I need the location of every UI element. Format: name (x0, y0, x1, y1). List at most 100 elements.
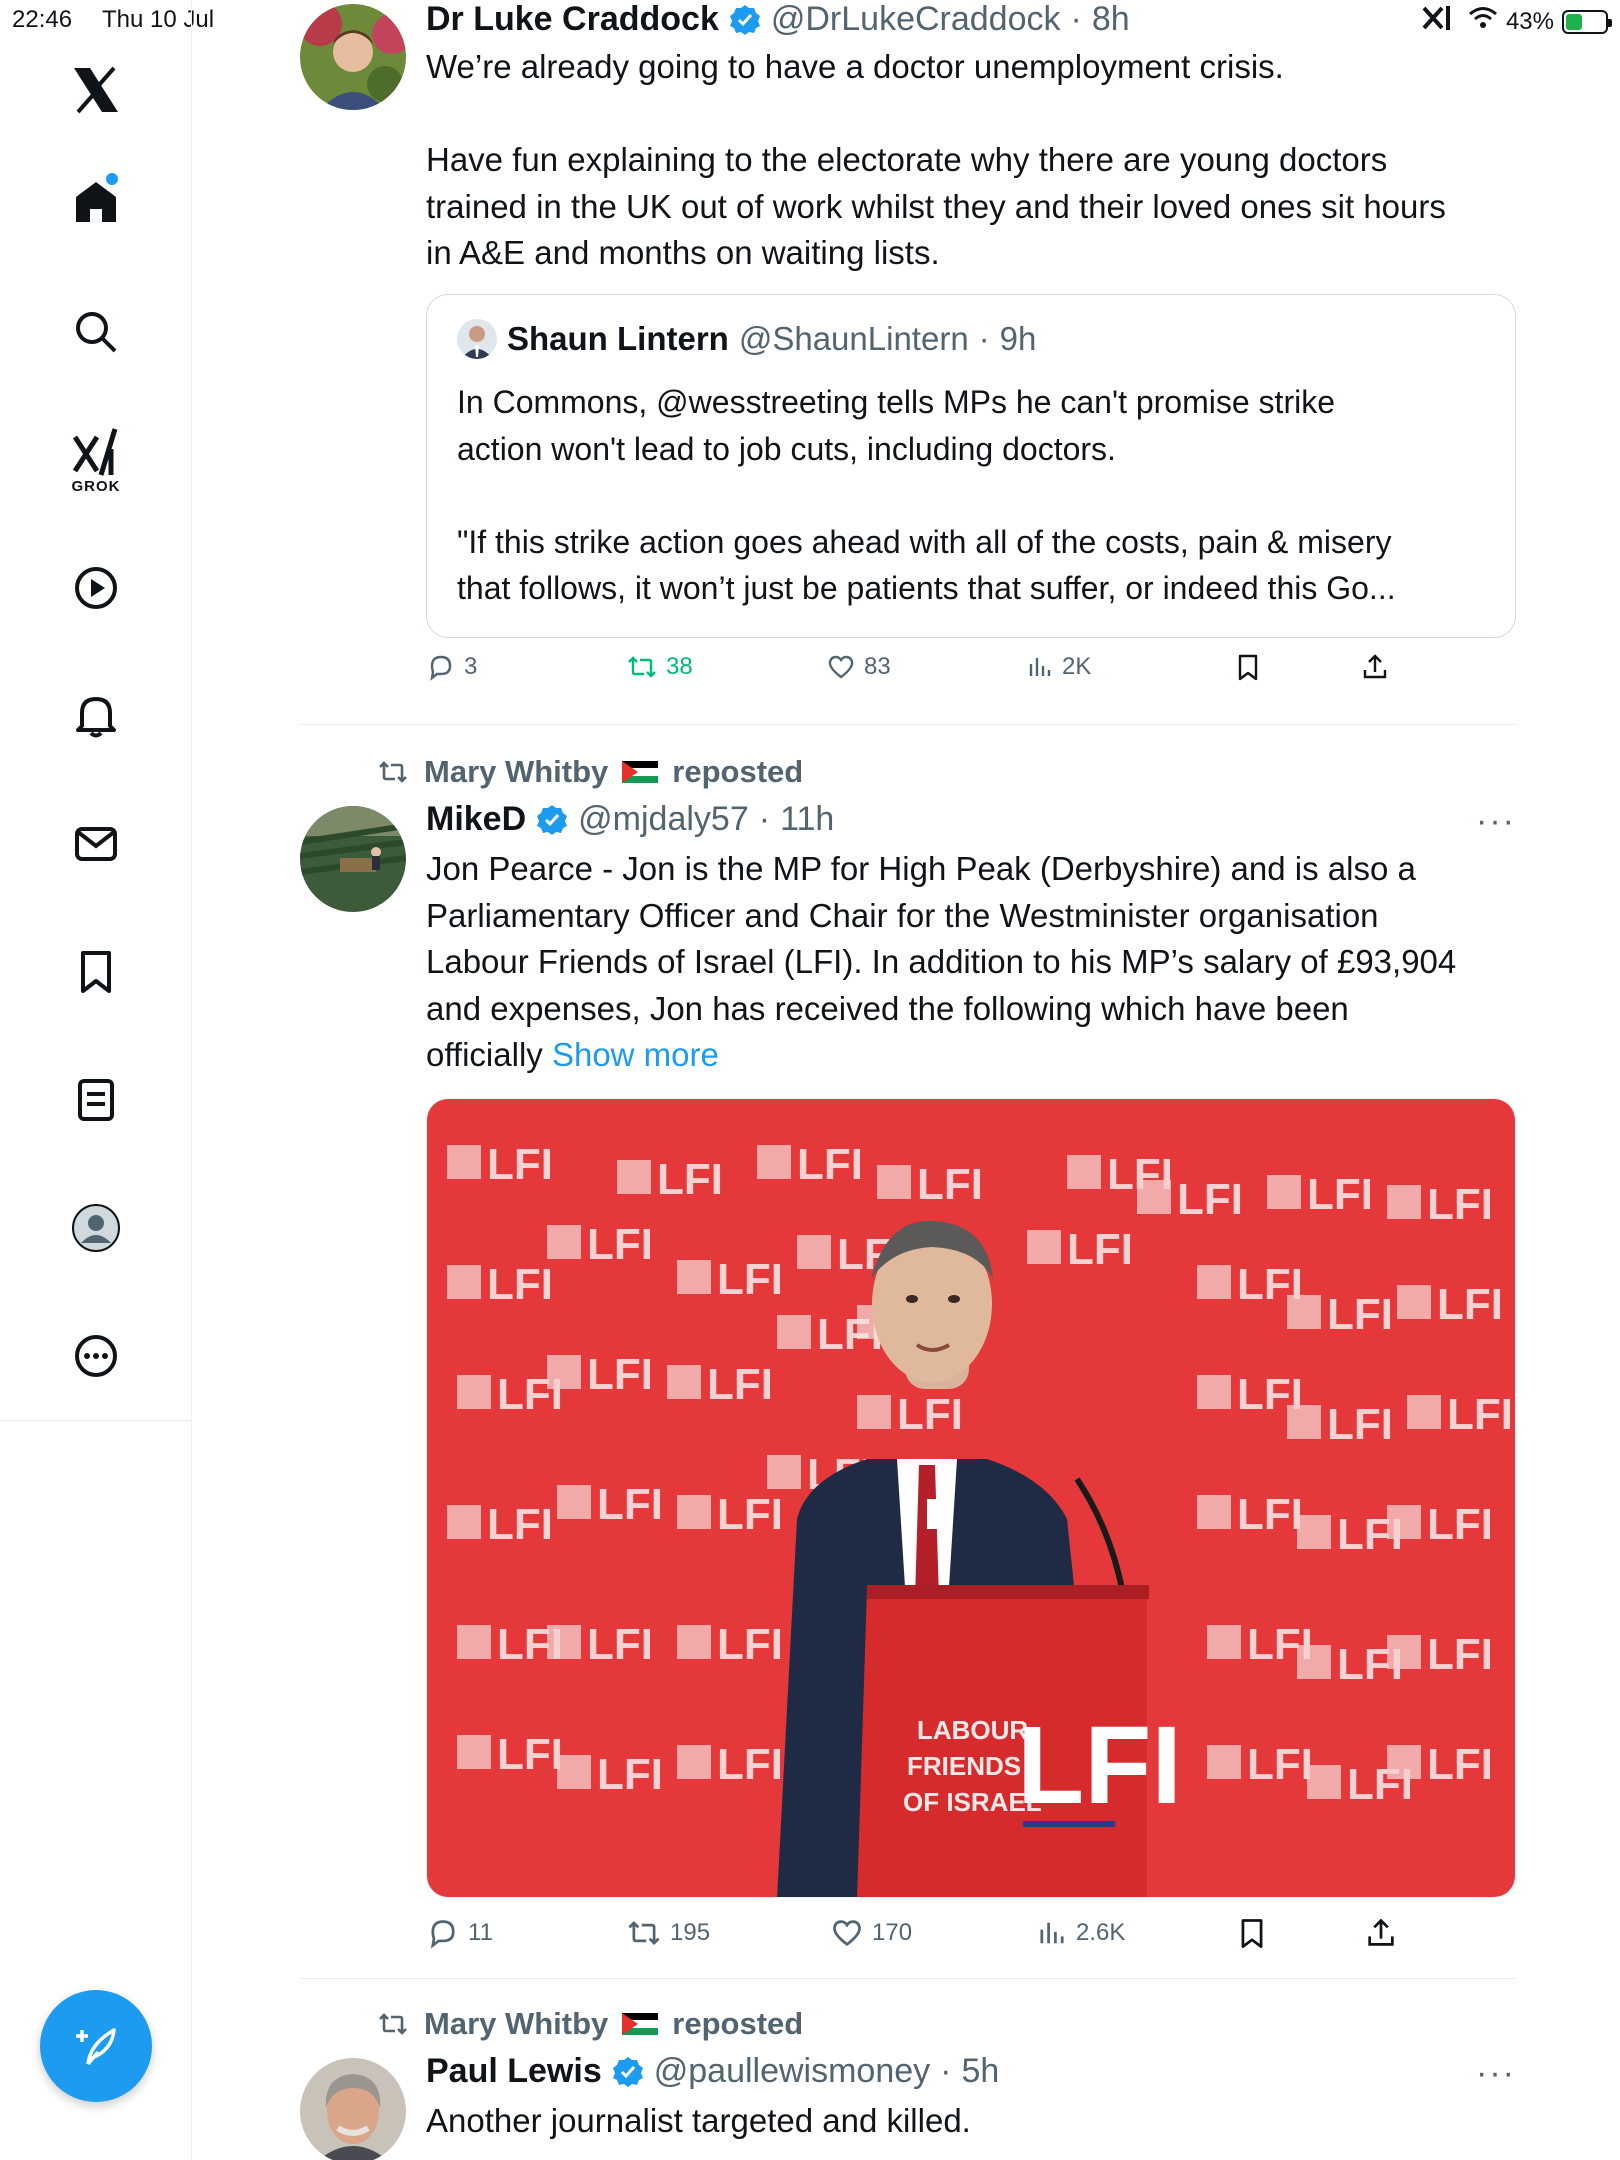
post-time[interactable]: 11h (780, 800, 834, 839)
post-more-icon[interactable]: ··· (1476, 802, 1516, 841)
backdrop-logo-block (1407, 1395, 1441, 1429)
text-line: that follows, it won’t just be patients … (457, 570, 1396, 606)
grok-icon[interactable] (66, 422, 126, 482)
backdrop-logo-text: LFI (717, 1620, 783, 1669)
reply-button[interactable]: 3 (426, 652, 477, 682)
backdrop-logo-block (1287, 1295, 1321, 1329)
backdrop-logo-block (617, 1160, 651, 1194)
reposted-label: reposted (672, 2006, 804, 2041)
post-image[interactable]: LFI LFI LFI LFI LFI LFI LFI LFI LFI LFI LFI LFI LFI L… (426, 1098, 1516, 1898)
author-handle[interactable]: @mjdaly57 (578, 800, 749, 839)
backdrop-logo-block (797, 1235, 831, 1269)
backdrop-logo-block (1207, 1745, 1241, 1779)
backdrop-logo-text: LFI (1327, 1290, 1393, 1339)
views-button[interactable]: 2.6K (1036, 1916, 1125, 1950)
compose-button[interactable] (40, 1990, 152, 2102)
repost-context[interactable]: Mary Whitby reposted (376, 2006, 803, 2042)
bookmarks-icon[interactable] (66, 942, 126, 1002)
backdrop-logo-block (1397, 1285, 1431, 1319)
backdrop-logo-text: LFI (587, 1220, 653, 1269)
avatar[interactable] (300, 806, 406, 912)
author-name[interactable]: Dr Luke Craddock (426, 0, 719, 39)
dot-separator: · (1070, 0, 1082, 38)
repost-context[interactable]: Mary Whitby reposted (376, 754, 803, 790)
post-divider (300, 1978, 1516, 1979)
backdrop-logo-block (447, 1505, 481, 1539)
messages-icon[interactable] (66, 814, 126, 874)
lists-icon[interactable] (66, 1070, 126, 1130)
backdrop-logo-text: LFI (487, 1500, 553, 1549)
post-text: Jon Pearce - Jon is the MP for High Peak… (426, 846, 1516, 1079)
verified-badge-icon (612, 2056, 644, 2088)
repost-icon (379, 2013, 407, 2035)
reposted-label: reposted (672, 754, 804, 789)
backdrop-logo-block (667, 1365, 701, 1399)
share-icon (1363, 654, 1387, 679)
repost-count: 195 (670, 1919, 711, 1946)
like-button[interactable]: 170 (830, 1916, 912, 1950)
backdrop-logo-block (1297, 1515, 1331, 1549)
post-more-icon[interactable]: ··· (1476, 2054, 1516, 2093)
avatar[interactable] (300, 4, 406, 110)
like-count: 170 (872, 1919, 913, 1946)
repost-button[interactable]: 195 (626, 1916, 710, 1950)
grok-label: GROK (71, 478, 121, 495)
backdrop-logo-block (1387, 1505, 1421, 1539)
share-button[interactable] (1364, 1916, 1398, 1950)
post-actions: 11 195 170 2.6K (426, 1916, 1426, 1960)
backdrop-logo-block (1197, 1265, 1231, 1299)
podium-small-text: FRIENDS (907, 1751, 1021, 1781)
backdrop-logo-block (1287, 1405, 1321, 1439)
quote-avatar (457, 319, 497, 359)
avatar[interactable] (300, 2058, 406, 2160)
backdrop-logo-text: LFI (897, 1390, 963, 1439)
author-name[interactable]: MikeD (426, 800, 526, 839)
backdrop-logo-text: LFI (1427, 1180, 1493, 1229)
notifications-icon[interactable] (66, 686, 126, 746)
backdrop-logo-block (547, 1225, 581, 1259)
backdrop-logo-block (1207, 1625, 1241, 1659)
backdrop-logo-text: LFI (1307, 1170, 1373, 1219)
repost-button[interactable]: 38 (626, 652, 693, 682)
bookmark-button[interactable] (1236, 1916, 1268, 1950)
search-icon[interactable] (66, 302, 126, 362)
heart-icon (828, 655, 854, 679)
text-line-last: officially Show more (426, 1032, 1516, 1079)
repost-icon (379, 761, 407, 783)
bookmark-icon (1241, 1919, 1263, 1948)
backdrop-logo-text: LFI (1427, 1630, 1493, 1679)
views-icon (1040, 1922, 1064, 1944)
backdrop-logo-text: LFI (587, 1350, 653, 1399)
backdrop-logo-block (457, 1375, 491, 1409)
palestine-flag-icon (622, 2013, 659, 2035)
backdrop-logo-block (677, 1260, 711, 1294)
author-handle[interactable]: @paullewismoney (654, 2052, 930, 2091)
more-icon[interactable] (66, 1326, 126, 1386)
author-name[interactable]: Paul Lewis (426, 2052, 602, 2091)
text-line-blank (457, 472, 1487, 519)
x-logo-icon[interactable] (66, 60, 126, 120)
quoted-post[interactable]: Shaun Lintern @ShaunLintern · 9h In Comm… (426, 294, 1516, 638)
like-button[interactable]: 83 (826, 652, 891, 682)
bookmark-button[interactable] (1234, 652, 1262, 682)
backdrop-logo-text: LFI (1177, 1175, 1243, 1224)
backdrop-logo-text: LFI (1437, 1280, 1503, 1329)
podium-logo-text: LFI (1017, 1704, 1182, 1827)
views-button[interactable]: 2K (1026, 652, 1091, 682)
bookmark-icon (1238, 654, 1258, 681)
post-time[interactable]: 8h (1092, 0, 1130, 39)
backdrop-logo-text: LFI (717, 1490, 783, 1539)
reply-icon (430, 655, 452, 681)
dot-separator: · (978, 320, 990, 357)
show-more-link[interactable]: Show more (552, 1036, 719, 1073)
video-icon[interactable] (66, 558, 126, 618)
post-time[interactable]: 5h (961, 2052, 999, 2091)
backdrop-logo-block (1297, 1645, 1331, 1679)
author-handle[interactable]: @DrLukeCraddock (771, 0, 1061, 39)
quote-text: In Commons, @wesstreeting tells MPs he c… (457, 379, 1487, 612)
reply-button[interactable]: 11 (426, 1916, 493, 1950)
text-line: action won't lead to job cuts, including… (457, 430, 1116, 467)
profile-icon[interactable] (66, 1198, 126, 1258)
share-button[interactable] (1360, 652, 1390, 682)
backdrop-logo-text: LFI (487, 1140, 553, 1189)
